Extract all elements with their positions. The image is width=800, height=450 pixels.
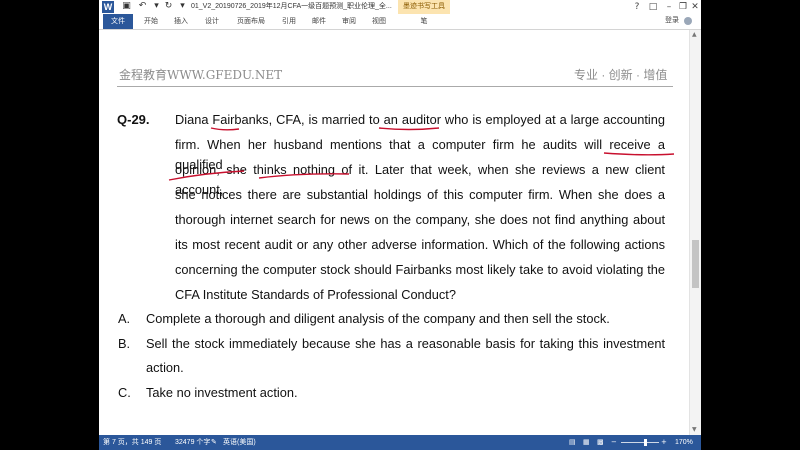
title-bar: W ▣ ↶ ▾ ↻ ▾ 01_V2_20190726_2019年12月CFA一级… [99,0,701,14]
pen-annotations [168,127,675,181]
tab-references[interactable]: 引用 [279,16,299,28]
option-b-letter: B. [118,336,131,351]
question-number: Q-29. [117,112,150,127]
page-header-left: 金程教育WWW.GFEDU.NET [119,68,283,82]
read-mode-icon[interactable]: ▤ [569,435,576,450]
option-b-text-cont: action. [146,360,184,375]
scroll-down-icon[interactable]: ▼ [692,426,697,434]
language[interactable]: 英语(美国) [223,435,256,450]
user-avatar[interactable] [684,17,692,25]
customize-toolbar-icon[interactable]: ▾ [177,1,188,12]
tab-file[interactable]: 文件 [103,14,133,29]
tab-mailings[interactable]: 邮件 [309,16,329,28]
tab-layout[interactable]: 页面布局 [233,16,269,28]
option-b-text: Sell the stock immediately because she h… [146,336,665,351]
page-header-right: 专业 · 创新 · 增值 [574,68,668,82]
tab-home[interactable]: 开始 [141,16,161,28]
print-layout-icon[interactable]: ▦ [583,435,590,450]
zoom-in-icon[interactable]: + [661,435,667,450]
status-bar: 第 7 页，共 149 页 32479 个字 ✎ 英语(美国) ▤ ▦ ▩ − … [99,435,701,450]
ink-tools-context-tab: 墨迹书写工具 [398,0,450,14]
option-a-text: Complete a thorough and diligent analysi… [146,311,610,326]
header-divider [117,86,673,87]
save-icon[interactable]: ▣ [121,1,132,12]
tab-review[interactable]: 审阅 [339,16,359,28]
document-page[interactable]: 金程教育WWW.GFEDU.NET 专业 · 创新 · 增值 Q-29. Dia… [99,30,689,435]
option-a-letter: A. [118,311,131,326]
word-app-icon[interactable]: W [102,1,114,13]
tab-design[interactable]: 设计 [202,16,222,28]
ribbon-display-icon[interactable]: □ [645,0,661,14]
option-c-text: Take no investment action. [146,385,298,400]
word-count[interactable]: 32479 个字 [175,435,210,450]
ribbon-tab-bar: 文件 开始 插入 设计 页面布局 引用 邮件 审阅 视图 笔 [99,14,701,30]
proofing-icon[interactable]: ✎ [211,435,217,450]
page-count[interactable]: 第 7 页，共 149 页 [103,435,161,450]
zoom-slider-thumb[interactable] [644,439,647,446]
question-line: thorough internet search for news on the… [175,212,665,227]
question-line: concerning the computer stock should Fai… [175,262,665,277]
login-link[interactable]: 登录 [665,16,679,26]
zoom-out-icon[interactable]: − [611,435,617,450]
question-line: its most recent audit or any other adver… [175,237,665,252]
redo-icon[interactable]: ↻ [163,1,174,12]
question-line: she notices there are substantial holdin… [175,187,665,202]
tab-insert[interactable]: 插入 [171,16,191,28]
scroll-up-icon[interactable]: ▲ [692,31,697,39]
undo-dropdown-icon[interactable]: ▾ [151,1,162,12]
help-icon[interactable]: ? [629,0,645,14]
close-icon[interactable]: ✕ [687,0,701,14]
web-layout-icon[interactable]: ▩ [597,435,604,450]
question-line: CFA Institute Standards of Professional … [175,287,456,302]
scroll-thumb[interactable] [692,240,699,288]
word-window: W ▣ ↶ ▾ ↻ ▾ 01_V2_20190726_2019年12月CFA一级… [99,0,701,450]
vertical-scrollbar[interactable]: ▲ ▼ [689,30,701,435]
tab-view[interactable]: 视图 [369,16,389,28]
document-title: 01_V2_20190726_2019年12月CFA一级百题预测_职业伦理_全.… [191,3,392,10]
undo-icon[interactable]: ↶ [137,1,148,12]
tab-pen[interactable]: 笔 [398,16,450,28]
question-line: Diana Fairbanks, CFA, is married to an a… [175,112,665,127]
option-c-letter: C. [118,385,131,400]
zoom-level[interactable]: 170% [675,435,693,450]
zoom-slider[interactable] [621,442,659,443]
